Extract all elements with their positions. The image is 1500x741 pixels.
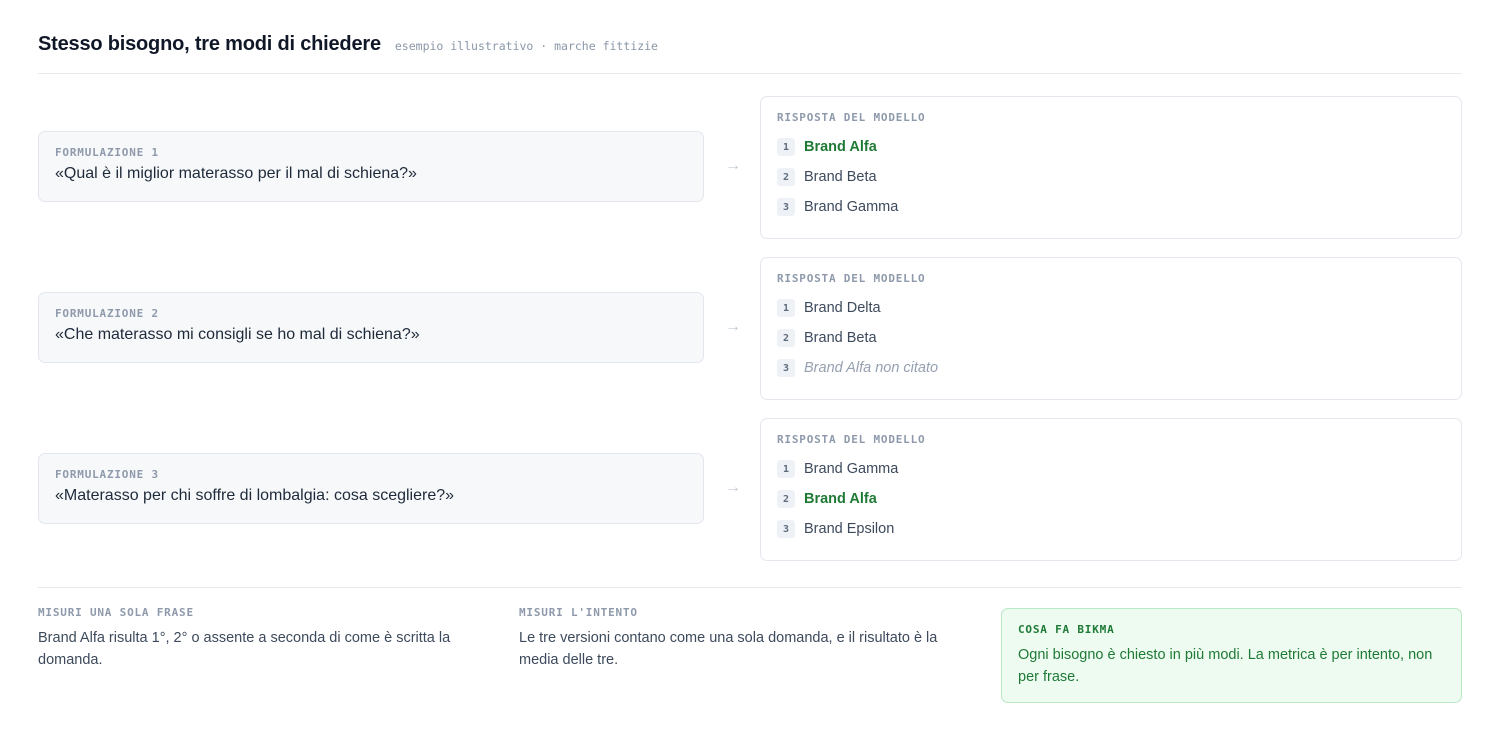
answer-list: 1 Brand Alfa 2 Brand Beta 3 Brand Gamma <box>777 132 1445 222</box>
answer-list: 1 Brand Delta 2 Brand Beta 3 Brand Alfa non c… <box>777 293 1445 383</box>
brand-name: Brand Gamma <box>804 461 899 477</box>
answer-item: 1 Brand Delta <box>777 293 1445 323</box>
brand-name: Brand Alfa non citato <box>804 360 939 376</box>
question-text: «Materasso per chi soffre di lombalgia: … <box>55 487 455 504</box>
rank-badge: 2 <box>777 490 795 508</box>
footer-intent-text: Le tre versioni contano come una sola do… <box>519 630 938 668</box>
arrow-right-icon: → <box>725 318 741 335</box>
rank-badge: 3 <box>777 520 795 538</box>
brand-name: Brand Gamma <box>804 199 899 215</box>
arrow-right-icon: → <box>725 479 741 496</box>
brand-name: Brand Beta <box>804 169 877 185</box>
brand-name: Brand Delta <box>804 300 881 316</box>
footer-bikma-callout: COSA FA BIKMA Ogni bisogno è chiesto in … <box>1001 608 1462 703</box>
footer-single-label: MISURI UNA SOLA FRASE <box>38 606 194 619</box>
answer-item: 3 Brand Alfa non citato <box>777 353 1445 383</box>
answer-label: RISPOSTA DEL MODELLO <box>777 433 926 446</box>
brand-name: Brand Alfa <box>804 491 877 507</box>
question-label: FORMULAZIONE 2 <box>55 307 159 320</box>
question-label: FORMULAZIONE 3 <box>55 468 159 481</box>
rank-badge: 2 <box>777 168 795 186</box>
question-text: «Che materasso mi consigli se ho mal di … <box>55 326 420 343</box>
page-title: Stesso bisogno, tre modi di chiedere <box>38 33 381 55</box>
rank-badge: 1 <box>777 299 795 317</box>
rank-badge: 2 <box>777 329 795 347</box>
footer-single-phrase: MISURI UNA SOLA FRASE Brand Alfa risulta… <box>38 606 488 671</box>
footer-divider <box>38 587 1462 588</box>
brand-name: Brand Alfa <box>804 139 877 155</box>
answer-label: RISPOSTA DEL MODELLO <box>777 111 926 124</box>
answer-card: RISPOSTA DEL MODELLO 1 Brand Gamma 2 Brand A… <box>760 418 1462 561</box>
answer-item: 2 Brand Beta <box>777 162 1445 192</box>
footer-single-text: Brand Alfa risulta 1°, 2° o assente a se… <box>38 630 451 668</box>
brand-name: Brand Beta <box>804 330 877 346</box>
question-label: FORMULAZIONE 1 <box>55 146 159 159</box>
footer-intent: MISURI L'INTENTO Le tre versioni contano… <box>519 606 974 671</box>
formulation-row: FORMULAZIONE 2 «Che materasso mi consigli… <box>38 257 1462 400</box>
footer-intent-label: MISURI L'INTENTO <box>519 606 638 619</box>
answer-item: 2 Brand Beta <box>777 323 1445 353</box>
formulation-row: FORMULAZIONE 3 «Materasso per chi soffre … <box>38 418 1462 561</box>
answer-item: 1 Brand Gamma <box>777 454 1445 484</box>
question-card: FORMULAZIONE 2 «Che materasso mi consigli… <box>38 292 704 363</box>
footer-bikma-label: COSA FA BIKMA <box>1018 623 1115 636</box>
question-card: FORMULAZIONE 3 «Materasso per chi soffre … <box>38 453 704 524</box>
arrow-right-icon: → <box>725 157 741 174</box>
answer-label: RISPOSTA DEL MODELLO <box>777 272 926 285</box>
footer-bikma-text: Ogni bisogno è chiesto in più modi. La m… <box>1018 647 1433 685</box>
answer-item: 2 Brand Alfa <box>777 484 1445 514</box>
answer-card: RISPOSTA DEL MODELLO 1 Brand Delta 2 Brand B… <box>760 257 1462 400</box>
answer-list: 1 Brand Gamma 2 Brand Alfa 3 Brand Epsilon <box>777 454 1445 544</box>
question-text: «Qual è il miglior materasso per il mal … <box>55 165 417 182</box>
rank-badge: 3 <box>777 359 795 377</box>
page: Stesso bisogno, tre modi di chiedere ese… <box>0 0 1500 741</box>
question-card: FORMULAZIONE 1 «Qual è il miglior materas… <box>38 131 704 202</box>
brand-name: Brand Epsilon <box>804 521 895 537</box>
answer-item: 1 Brand Alfa <box>777 132 1445 162</box>
header: Stesso bisogno, tre modi di chiedere ese… <box>38 33 1462 56</box>
header-divider <box>38 73 1462 74</box>
rank-badge: 3 <box>777 198 795 216</box>
page-subtitle: esempio illustrativo · marche fittizie <box>394 39 658 53</box>
answer-card: RISPOSTA DEL MODELLO 1 Brand Alfa 2 Brand Be… <box>760 96 1462 239</box>
rank-badge: 1 <box>777 460 795 478</box>
answer-item: 3 Brand Gamma <box>777 192 1445 222</box>
rank-badge: 1 <box>777 138 795 156</box>
formulation-row: FORMULAZIONE 1 «Qual è il miglior materas… <box>38 96 1462 239</box>
answer-item: 3 Brand Epsilon <box>777 514 1445 544</box>
